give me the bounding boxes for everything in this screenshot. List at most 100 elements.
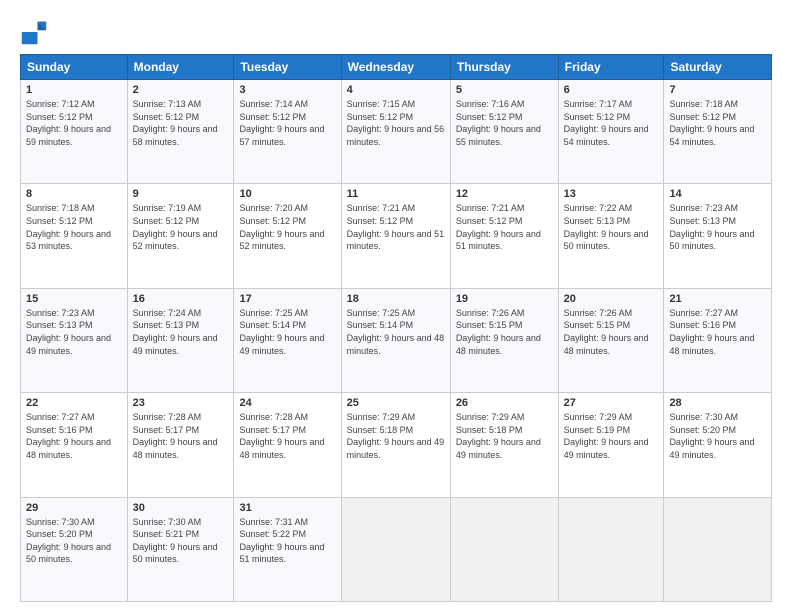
week-row-2: 8 Sunrise: 7:18 AMSunset: 5:12 PMDayligh… [21,184,772,288]
day-cell: 14 Sunrise: 7:23 AMSunset: 5:13 PMDaylig… [664,184,772,288]
day-number: 28 [669,397,766,409]
day-number: 18 [347,293,445,305]
day-cell: 8 Sunrise: 7:18 AMSunset: 5:12 PMDayligh… [21,184,128,288]
logo-icon [20,18,48,46]
day-info: Sunrise: 7:30 AMSunset: 5:20 PMDaylight:… [26,517,111,565]
day-number: 30 [133,502,229,514]
day-cell: 6 Sunrise: 7:17 AMSunset: 5:12 PMDayligh… [558,80,664,184]
day-info: Sunrise: 7:22 AMSunset: 5:13 PMDaylight:… [564,203,649,251]
day-cell: 19 Sunrise: 7:26 AMSunset: 5:15 PMDaylig… [450,288,558,392]
day-cell: 18 Sunrise: 7:25 AMSunset: 5:14 PMDaylig… [341,288,450,392]
day-info: Sunrise: 7:29 AMSunset: 5:18 PMDaylight:… [347,412,445,460]
day-info: Sunrise: 7:25 AMSunset: 5:14 PMDaylight:… [347,308,445,356]
day-header-tuesday: Tuesday [234,55,341,80]
day-header-wednesday: Wednesday [341,55,450,80]
calendar-table: SundayMondayTuesdayWednesdayThursdayFrid… [20,54,772,602]
day-cell: 29 Sunrise: 7:30 AMSunset: 5:20 PMDaylig… [21,497,128,601]
day-info: Sunrise: 7:16 AMSunset: 5:12 PMDaylight:… [456,99,541,147]
day-info: Sunrise: 7:28 AMSunset: 5:17 PMDaylight:… [239,412,324,460]
day-cell: 17 Sunrise: 7:25 AMSunset: 5:14 PMDaylig… [234,288,341,392]
day-cell: 3 Sunrise: 7:14 AMSunset: 5:12 PMDayligh… [234,80,341,184]
day-number: 22 [26,397,122,409]
day-cell: 16 Sunrise: 7:24 AMSunset: 5:13 PMDaylig… [127,288,234,392]
header-row: SundayMondayTuesdayWednesdayThursdayFrid… [21,55,772,80]
day-info: Sunrise: 7:30 AMSunset: 5:21 PMDaylight:… [133,517,218,565]
day-info: Sunrise: 7:30 AMSunset: 5:20 PMDaylight:… [669,412,754,460]
day-info: Sunrise: 7:18 AMSunset: 5:12 PMDaylight:… [26,203,111,251]
day-info: Sunrise: 7:17 AMSunset: 5:12 PMDaylight:… [564,99,649,147]
day-cell: 11 Sunrise: 7:21 AMSunset: 5:12 PMDaylig… [341,184,450,288]
day-number: 31 [239,502,335,514]
day-cell: 13 Sunrise: 7:22 AMSunset: 5:13 PMDaylig… [558,184,664,288]
day-info: Sunrise: 7:31 AMSunset: 5:22 PMDaylight:… [239,517,324,565]
day-cell: 20 Sunrise: 7:26 AMSunset: 5:15 PMDaylig… [558,288,664,392]
day-info: Sunrise: 7:21 AMSunset: 5:12 PMDaylight:… [347,203,445,251]
day-number: 10 [239,188,335,200]
day-cell [341,497,450,601]
day-number: 6 [564,84,659,96]
day-cell: 24 Sunrise: 7:28 AMSunset: 5:17 PMDaylig… [234,393,341,497]
day-info: Sunrise: 7:18 AMSunset: 5:12 PMDaylight:… [669,99,754,147]
day-cell: 30 Sunrise: 7:30 AMSunset: 5:21 PMDaylig… [127,497,234,601]
day-header-friday: Friday [558,55,664,80]
day-number: 3 [239,84,335,96]
day-info: Sunrise: 7:14 AMSunset: 5:12 PMDaylight:… [239,99,324,147]
day-info: Sunrise: 7:26 AMSunset: 5:15 PMDaylight:… [456,308,541,356]
week-row-4: 22 Sunrise: 7:27 AMSunset: 5:16 PMDaylig… [21,393,772,497]
day-number: 17 [239,293,335,305]
day-number: 19 [456,293,553,305]
day-number: 29 [26,502,122,514]
day-info: Sunrise: 7:24 AMSunset: 5:13 PMDaylight:… [133,308,218,356]
day-number: 15 [26,293,122,305]
day-cell: 15 Sunrise: 7:23 AMSunset: 5:13 PMDaylig… [21,288,128,392]
day-number: 8 [26,188,122,200]
day-info: Sunrise: 7:19 AMSunset: 5:12 PMDaylight:… [133,203,218,251]
day-info: Sunrise: 7:29 AMSunset: 5:19 PMDaylight:… [564,412,649,460]
day-info: Sunrise: 7:12 AMSunset: 5:12 PMDaylight:… [26,99,111,147]
day-info: Sunrise: 7:15 AMSunset: 5:12 PMDaylight:… [347,99,445,147]
day-number: 1 [26,84,122,96]
day-number: 25 [347,397,445,409]
day-cell [450,497,558,601]
day-cell: 27 Sunrise: 7:29 AMSunset: 5:19 PMDaylig… [558,393,664,497]
day-number: 24 [239,397,335,409]
day-number: 21 [669,293,766,305]
day-info: Sunrise: 7:27 AMSunset: 5:16 PMDaylight:… [26,412,111,460]
day-cell: 7 Sunrise: 7:18 AMSunset: 5:12 PMDayligh… [664,80,772,184]
day-info: Sunrise: 7:23 AMSunset: 5:13 PMDaylight:… [669,203,754,251]
day-cell: 4 Sunrise: 7:15 AMSunset: 5:12 PMDayligh… [341,80,450,184]
day-number: 7 [669,84,766,96]
day-cell: 26 Sunrise: 7:29 AMSunset: 5:18 PMDaylig… [450,393,558,497]
day-number: 13 [564,188,659,200]
day-cell: 2 Sunrise: 7:13 AMSunset: 5:12 PMDayligh… [127,80,234,184]
week-row-1: 1 Sunrise: 7:12 AMSunset: 5:12 PMDayligh… [21,80,772,184]
day-number: 2 [133,84,229,96]
week-row-3: 15 Sunrise: 7:23 AMSunset: 5:13 PMDaylig… [21,288,772,392]
day-cell: 23 Sunrise: 7:28 AMSunset: 5:17 PMDaylig… [127,393,234,497]
day-info: Sunrise: 7:26 AMSunset: 5:15 PMDaylight:… [564,308,649,356]
day-cell: 9 Sunrise: 7:19 AMSunset: 5:12 PMDayligh… [127,184,234,288]
week-row-5: 29 Sunrise: 7:30 AMSunset: 5:20 PMDaylig… [21,497,772,601]
day-info: Sunrise: 7:29 AMSunset: 5:18 PMDaylight:… [456,412,541,460]
day-number: 5 [456,84,553,96]
day-number: 26 [456,397,553,409]
day-number: 11 [347,188,445,200]
day-cell: 1 Sunrise: 7:12 AMSunset: 5:12 PMDayligh… [21,80,128,184]
day-info: Sunrise: 7:23 AMSunset: 5:13 PMDaylight:… [26,308,111,356]
day-number: 20 [564,293,659,305]
logo [20,18,52,46]
day-cell: 21 Sunrise: 7:27 AMSunset: 5:16 PMDaylig… [664,288,772,392]
day-header-thursday: Thursday [450,55,558,80]
day-info: Sunrise: 7:28 AMSunset: 5:17 PMDaylight:… [133,412,218,460]
calendar-body: 1 Sunrise: 7:12 AMSunset: 5:12 PMDayligh… [21,80,772,602]
day-info: Sunrise: 7:25 AMSunset: 5:14 PMDaylight:… [239,308,324,356]
page: SundayMondayTuesdayWednesdayThursdayFrid… [0,0,792,612]
day-cell [558,497,664,601]
day-number: 14 [669,188,766,200]
day-header-sunday: Sunday [21,55,128,80]
header [20,18,772,46]
day-cell: 5 Sunrise: 7:16 AMSunset: 5:12 PMDayligh… [450,80,558,184]
day-number: 16 [133,293,229,305]
day-number: 27 [564,397,659,409]
day-number: 12 [456,188,553,200]
